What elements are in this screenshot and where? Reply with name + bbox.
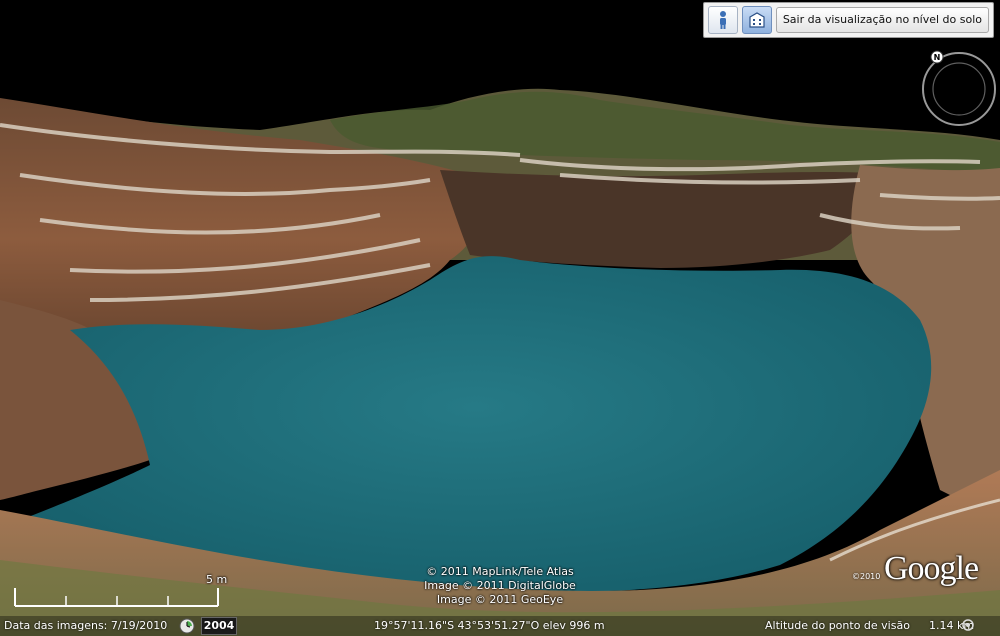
status-bar: Data das imagens: 7/19/2010 2004 19°57'1… bbox=[0, 616, 1000, 636]
street-view-button[interactable] bbox=[707, 6, 738, 34]
person-icon bbox=[719, 11, 726, 29]
3d-buildings-icon bbox=[749, 12, 765, 28]
historical-imagery-icon[interactable] bbox=[179, 618, 195, 634]
image-date: Data das imagens: 7/19/2010 bbox=[4, 619, 168, 632]
north-label: N bbox=[934, 53, 941, 62]
eye-altitude-label: Altitude do ponto de visão bbox=[765, 619, 910, 632]
streaming-status-icon bbox=[962, 619, 974, 631]
exit-ground-view-button[interactable]: Sair da visualização no nível do solo bbox=[775, 7, 989, 33]
scale-label: 5 m bbox=[206, 573, 228, 586]
navigation-control[interactable]: N bbox=[919, 49, 999, 129]
attribution-line-1: © 2011 MapLink/Tele Atlas bbox=[426, 565, 574, 578]
ground-view-toolbar: Sair da visualização no nível do solo bbox=[702, 2, 994, 38]
map-attribution: © 2011 MapLink/Tele Atlas Image © 2011 D… bbox=[300, 565, 700, 607]
attribution-line-2: Image © 2011 DigitalGlobe bbox=[424, 579, 576, 592]
historical-year-button[interactable]: 2004 bbox=[201, 617, 237, 635]
google-logo: Google bbox=[884, 550, 979, 587]
attribution-line-3: Image © 2011 GeoEye bbox=[436, 593, 564, 606]
logo-copyright: ©2010 bbox=[852, 572, 881, 581]
3d-buildings-button[interactable] bbox=[741, 6, 772, 34]
pointer-coordinates: 19°57'11.16"S 43°53'51.27"O elev 996 m bbox=[374, 619, 605, 632]
terrain-view[interactable] bbox=[0, 0, 1000, 636]
compass-north-marker[interactable]: N bbox=[930, 50, 944, 64]
scale-bar bbox=[14, 588, 219, 607]
